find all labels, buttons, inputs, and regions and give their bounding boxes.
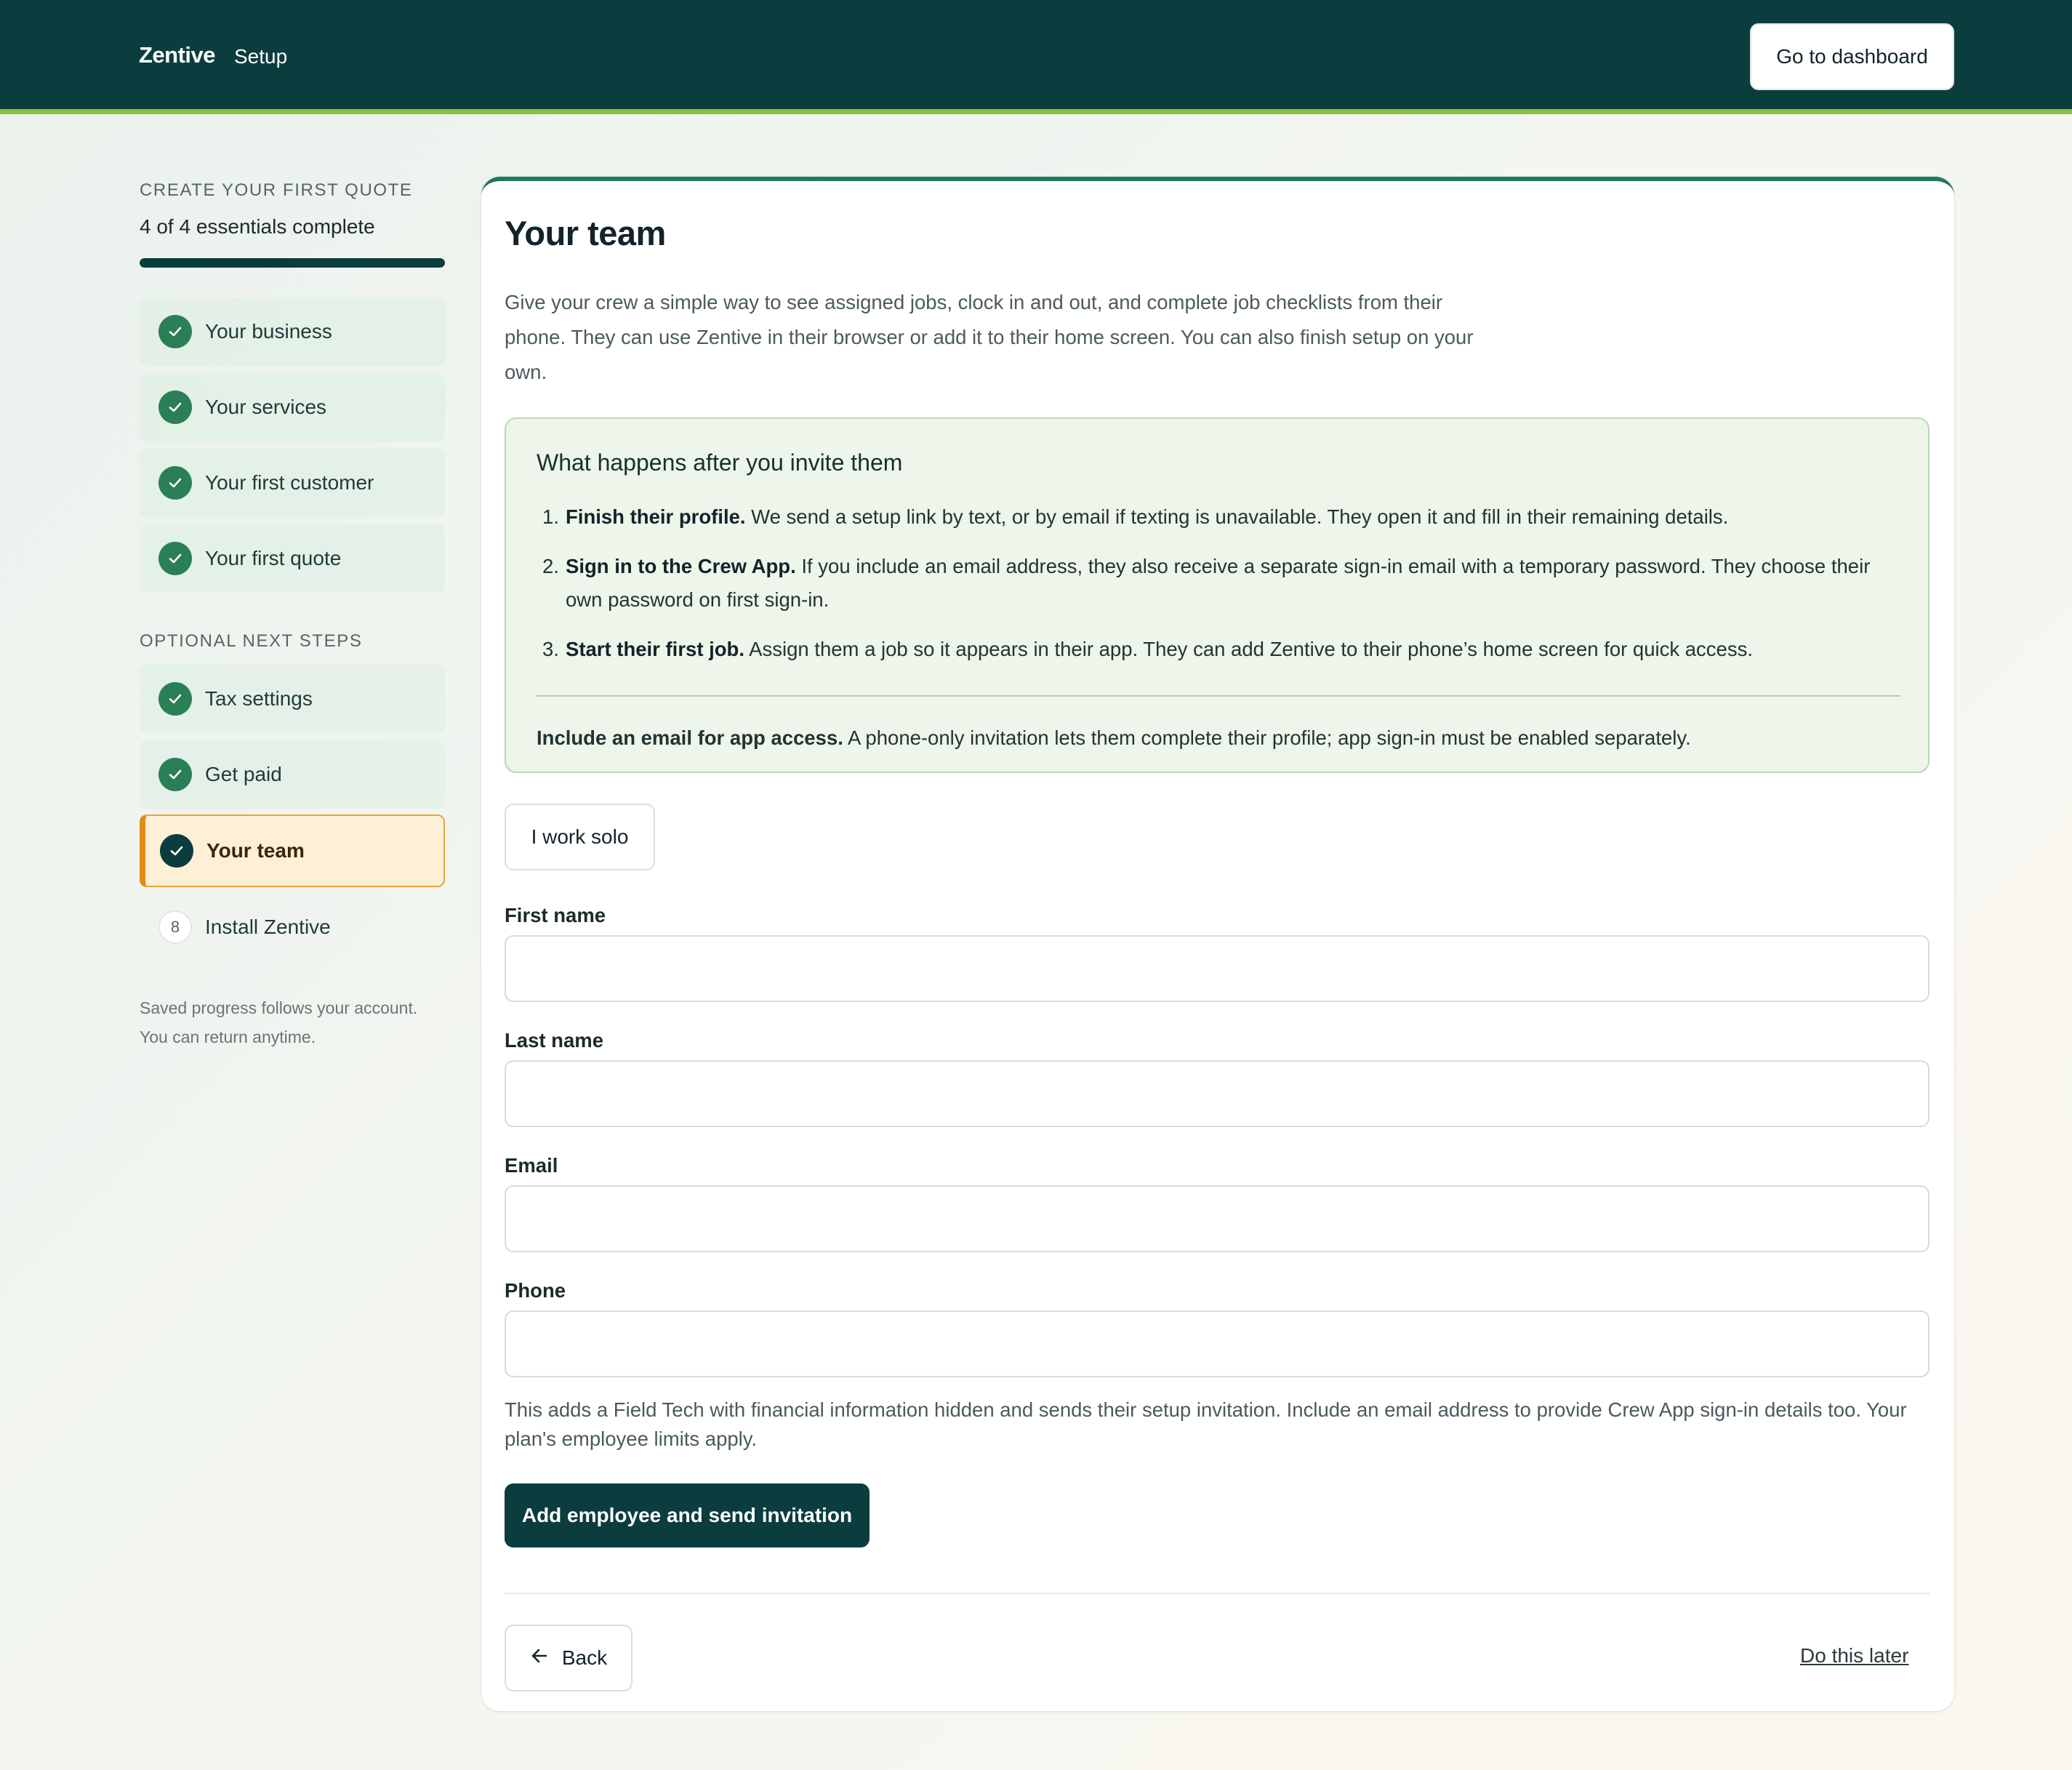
- check-icon: [158, 682, 192, 716]
- step-text: Assign them a job so it appears in their…: [744, 638, 1753, 660]
- progress-bar-fill: [140, 258, 445, 268]
- back-button-label: Back: [561, 1646, 608, 1669]
- brand-logo[interactable]: Zentive: [139, 42, 216, 68]
- step-text: We send a setup link by text, or by emai…: [745, 505, 1729, 528]
- check-icon: [158, 466, 192, 500]
- work-solo-button[interactable]: I work solo: [505, 804, 655, 870]
- phone-input[interactable]: [505, 1310, 1930, 1377]
- progress-text: 4 of 4 essentials complete: [140, 215, 375, 238]
- back-button[interactable]: Back: [505, 1625, 633, 1691]
- first-name-input[interactable]: [505, 935, 1930, 1002]
- sidebar-item-label: Your first customer: [205, 471, 374, 494]
- sidebar-item-your-business[interactable]: Your business: [140, 297, 445, 366]
- sidebar-item-label: Tax settings: [205, 687, 313, 710]
- first-name-label: First name: [505, 904, 606, 926]
- email-label: Email: [505, 1154, 558, 1177]
- intro-text: Give your crew a simple way to see assig…: [505, 291, 1474, 383]
- step-number: 1.: [542, 505, 559, 528]
- info-box-title: What happens after you invite them: [537, 449, 903, 476]
- last-name-input[interactable]: [505, 1060, 1930, 1127]
- step-number: 2.: [542, 555, 559, 577]
- saved-progress-note-line: You can return anytime.: [140, 1028, 316, 1046]
- do-this-later-link[interactable]: Do this later: [1800, 1644, 1908, 1667]
- team-setup-card: Your team Give your crew a simple way to…: [481, 177, 1954, 1711]
- check-icon: [158, 758, 192, 791]
- add-employee-button[interactable]: Add employee and send invitation: [505, 1483, 870, 1547]
- sidebar-item-label: Your team: [206, 839, 305, 862]
- step-title: Start their first job.: [566, 638, 744, 660]
- check-icon: [160, 834, 193, 868]
- step-number: 3.: [542, 638, 559, 660]
- sidebar-item-your-first-customer[interactable]: Your first customer: [140, 449, 445, 517]
- check-icon: [158, 542, 192, 575]
- step-title: Sign in to the Crew App.: [566, 555, 796, 577]
- step-title: Finish their profile.: [566, 505, 746, 528]
- section-title: Setup: [234, 45, 288, 68]
- sidebar-item-label: Get paid: [205, 763, 282, 785]
- phone-label: Phone: [505, 1279, 566, 1302]
- sidebar-heading: CREATE YOUR FIRST QUOTE: [140, 180, 413, 200]
- sidebar-item-tax-settings[interactable]: Tax settings: [140, 665, 445, 733]
- check-icon: [158, 315, 192, 348]
- invite-info-box: What happens after you invite them 1. Fin…: [505, 417, 1930, 773]
- sidebar-item-your-team[interactable]: Your team: [140, 814, 445, 887]
- card-footer-divider: [505, 1593, 1930, 1594]
- sidebar-item-label: Install Zentive: [205, 916, 331, 938]
- saved-progress-note-line: Saved progress follows your account.: [140, 998, 418, 1017]
- sidebar-item-get-paid[interactable]: Get paid: [140, 740, 445, 809]
- saved-progress-note: Saved progress follows your account. You…: [140, 993, 445, 1052]
- progress-bar: [140, 258, 445, 268]
- sidebar-item-label: Your business: [205, 320, 332, 343]
- email-input[interactable]: [505, 1185, 1930, 1252]
- sidebar-item-your-services[interactable]: Your services: [140, 373, 445, 441]
- email-access-note-text: A phone-only invitation lets them comple…: [843, 726, 1691, 749]
- arrow-left-icon: [530, 1646, 549, 1670]
- last-name-label: Last name: [505, 1029, 604, 1052]
- form-help-text: This adds a Field Tech with financial in…: [505, 1398, 1907, 1450]
- invite-steps-list: 1. Finish their profile. We send a setup …: [537, 500, 1903, 682]
- step-number-badge: 8: [158, 910, 192, 944]
- info-divider: [537, 695, 1900, 697]
- go-to-dashboard-button[interactable]: Go to dashboard: [1750, 23, 1954, 90]
- sidebar-item-label: Your first quote: [205, 547, 342, 569]
- email-access-note-title: Include an email for app access.: [537, 726, 843, 749]
- sidebar-item-label: Your services: [205, 396, 327, 418]
- top-bar: Zentive Setup Go to dashboard: [0, 0, 2072, 114]
- invite-step: 1. Finish their profile. We send a setup …: [537, 500, 1903, 534]
- check-icon: [158, 391, 192, 424]
- sidebar-item-your-first-quote[interactable]: Your first quote: [140, 524, 445, 593]
- page-title: Your team: [505, 214, 666, 252]
- email-access-note: Include an email for app access. A phone…: [537, 721, 1903, 755]
- optional-steps-heading: OPTIONAL NEXT STEPS: [140, 631, 363, 651]
- invite-step: 3. Start their first job. Assign them a j…: [537, 633, 1903, 666]
- invite-step: 2. Sign in to the Crew App. If you includ…: [537, 550, 1903, 617]
- sidebar-item-install-zentive[interactable]: 8 Install Zentive: [140, 893, 445, 961]
